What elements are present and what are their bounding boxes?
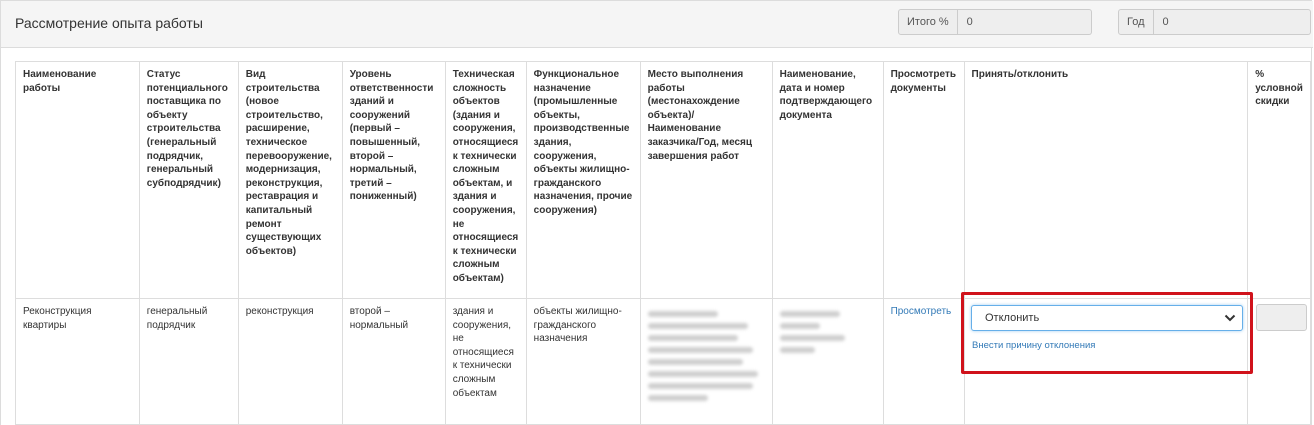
tech-complexity-cell: здания и сооружения, не относящиеся к те… — [444, 298, 527, 425]
table-header-row: Наименование работы Статус потенциальног… — [15, 61, 1311, 299]
discount-input[interactable] — [1256, 304, 1307, 331]
chevron-down-icon — [1224, 314, 1236, 322]
total-percent-input[interactable] — [957, 9, 1092, 35]
column-header: % условной скидки — [1247, 61, 1311, 299]
enter-rejection-reason-link[interactable]: Внести причину отклонения — [972, 340, 1095, 351]
redacted-text — [647, 323, 748, 329]
redacted-text — [647, 311, 718, 317]
experience-review-panel: Рассмотрение опыта работы Итого % Год На… — [0, 0, 1313, 425]
total-percent-group: Итого % — [898, 9, 1092, 35]
construction-type-cell: реконструкция — [237, 298, 343, 425]
work-name-cell: Реконструкция квартиры — [15, 298, 140, 425]
column-header: Наименование, дата и номер подтверждающе… — [771, 61, 884, 299]
redacted-text — [779, 335, 845, 341]
column-header: Наименование работы — [15, 61, 140, 299]
redacted-text — [647, 335, 738, 341]
column-header: Техническая сложность объектов (здания и… — [444, 61, 527, 299]
column-header: Принять/отклонить — [963, 61, 1249, 299]
redacted-text — [779, 347, 815, 353]
decision-select-value: Отклонить — [985, 312, 1040, 324]
view-documents-link[interactable]: Просмотреть — [891, 306, 952, 317]
year-label: Год — [1118, 9, 1154, 35]
document-cell-redacted — [771, 298, 884, 425]
column-header: Вид строительства (новое строительство, … — [237, 61, 343, 299]
functional-purpose-cell: объекты жилищно-гражданского назначения — [525, 298, 641, 425]
view-documents-cell: Просмотреть — [882, 298, 965, 425]
redacted-text — [647, 395, 708, 401]
responsibility-level-cell: второй – нормальный — [341, 298, 446, 425]
column-header: Статус потенциального поставщика по объе… — [138, 61, 239, 299]
column-header: Место выполнения работы (местонахождение… — [639, 61, 773, 299]
redacted-text — [779, 323, 820, 329]
redacted-text — [647, 359, 743, 365]
status-cell: генеральный подрядчик — [138, 298, 239, 425]
panel-heading: Рассмотрение опыта работы Итого % Год — [1, 1, 1313, 48]
total-percent-label: Итого % — [898, 9, 958, 35]
redacted-text — [647, 383, 753, 389]
decision-select[interactable]: Отклонить — [971, 305, 1243, 331]
location-cell-redacted — [639, 298, 773, 425]
year-input[interactable] — [1153, 9, 1311, 35]
column-header: Функциональное назначение (промышленные … — [525, 61, 641, 299]
page-title: Рассмотрение опыта работы — [15, 15, 203, 31]
column-header: Уровень ответственности зданий и сооруже… — [341, 61, 446, 299]
column-header: Просмотреть документы — [882, 61, 965, 299]
redacted-text — [779, 311, 840, 317]
redacted-text — [647, 371, 758, 377]
year-group: Год — [1118, 9, 1311, 35]
redacted-text — [647, 347, 753, 353]
